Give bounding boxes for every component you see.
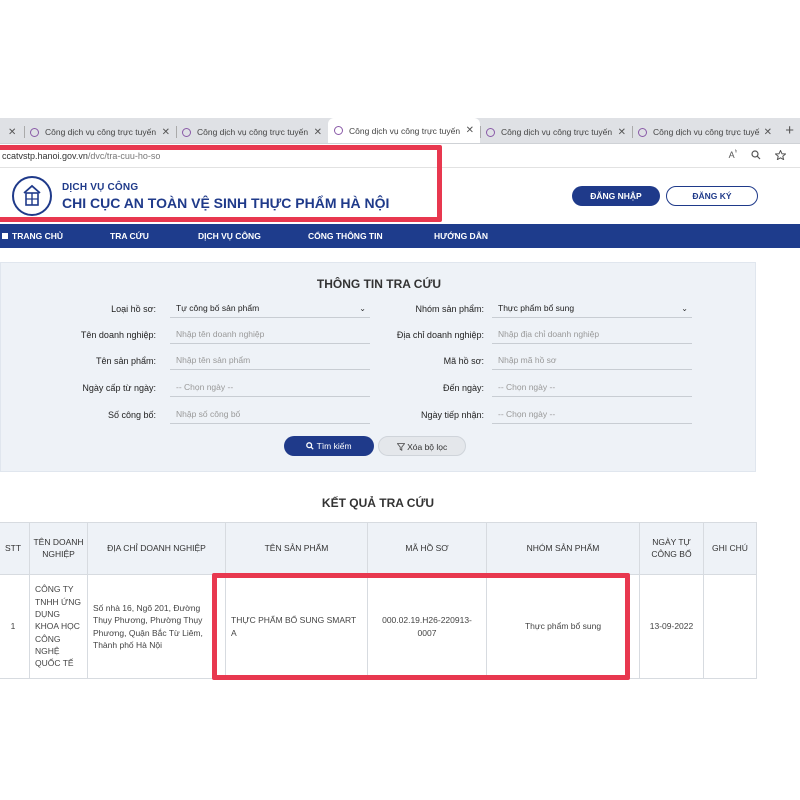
loai-ho-so-select[interactable]: Tự công bố sản phẩm ⌄ (170, 300, 370, 318)
browser-tab[interactable]: Công dịch vụ công trực tuyến ✕ (632, 121, 778, 143)
ngay-cap-tu-datepicker[interactable]: -- Chọn ngày -- (170, 379, 370, 397)
so-cong-bo-input[interactable]: Nhập số công bố (170, 406, 370, 424)
den-ngay-label: Đến ngày: (442, 383, 484, 393)
close-icon[interactable]: ✕ (162, 127, 170, 138)
register-button[interactable]: ĐĂNG KÝ (666, 186, 758, 206)
close-icon[interactable]: ✕ (764, 127, 772, 138)
column-header: TÊN SẢN PHẨM (225, 522, 368, 575)
browser-tab-partial[interactable]: ✕ (0, 121, 24, 143)
clear-filter-button[interactable]: Xóa bộ lọc (378, 436, 466, 456)
favorite-icon[interactable] (774, 148, 787, 162)
results-title: KẾT QUẢ TRA CỨU (321, 496, 435, 510)
home-icon (2, 233, 8, 239)
read-aloud-icon[interactable]: Aʰ (729, 150, 737, 162)
tab-title: Công dịch vụ công trực tuyến (653, 127, 760, 137)
nav-item-home[interactable]: TRANG CHỦ (2, 224, 63, 248)
results-table: STT TÊN DOANH NGHIỆP ĐỊA CHỈ DOANH NGHIỆ… (0, 522, 757, 679)
tab-title: Công dịch vụ công trực tuyến (45, 127, 157, 137)
dia-chi-doanh-nghiep-label: Địa chỉ doanh nghiệp: (396, 330, 484, 340)
cell-ma-ho-so: 000.02.19.H26-220913-0007 (367, 574, 487, 679)
address-bar[interactable]: ccatvstp.hanoi.gov.vn/dvc/tra-cuu-ho-so … (0, 144, 800, 168)
close-icon[interactable]: ✕ (466, 125, 474, 136)
hanoi-emblem-logo-icon (12, 176, 52, 216)
ten-san-pham-input[interactable]: Nhập tên sản phẩm (170, 352, 370, 370)
close-icon[interactable]: ✕ (618, 127, 626, 138)
nav-item-cong-thong-tin[interactable]: CỔNG THÔNG TIN (308, 224, 383, 248)
nhom-san-pham-label: Nhóm sản phẩm: (415, 304, 484, 314)
search-button[interactable]: Tìm kiếm (284, 436, 374, 456)
nav-item-dich-vu-cong[interactable]: DỊCH VỤ CÔNG (198, 224, 261, 248)
browser-tab[interactable]: Công dịch vụ công trực tuyến ✕ (480, 121, 632, 143)
cell-nhom-san-pham: Thực phẩm bổ sung (486, 574, 640, 679)
new-tab-icon[interactable]: + (785, 121, 794, 143)
chevron-down-icon: ⌄ (359, 304, 366, 313)
column-header: GHI CHÚ (703, 522, 757, 575)
cell-stt: 1 (0, 574, 30, 679)
column-header: TÊN DOANH NGHIỆP (29, 522, 88, 575)
ngay-tiep-nhan-datepicker[interactable]: -- Chọn ngày -- (492, 406, 692, 424)
site-favicon-icon (182, 127, 191, 137)
browser-tab-strip: ✕ Công dịch vụ công trực tuyến ✕ Công dị… (0, 118, 800, 144)
column-header: MÃ HỒ SƠ (367, 522, 487, 575)
main-nav: TRANG CHỦ TRA CỨU DỊCH VỤ CÔNG CỔNG THÔN… (0, 224, 800, 248)
ten-doanh-nghiep-label: Tên doanh nghiệp: (80, 330, 156, 340)
site-favicon-icon (30, 127, 39, 137)
browser-tab[interactable]: Công dịch vụ công trực tuyến ✕ (176, 121, 328, 143)
cell-dia-chi: Số nhà 16, Ngõ 201, Đường Thụy Phương, P… (87, 574, 226, 679)
tab-title: Công dịch vụ công trực tuyến (197, 127, 309, 137)
tab-title: Công dịch vụ công trực tuyến (349, 125, 461, 136)
filter-icon (396, 442, 407, 452)
ma-ho-so-label: Mã hồ sơ: (443, 356, 484, 366)
column-header: ĐỊA CHỈ DOANH NGHIỆP (87, 522, 226, 575)
column-header: STT (0, 522, 30, 575)
nhom-san-pham-select[interactable]: Thực phẩm bổ sung ⌄ (492, 300, 692, 318)
browser-tab[interactable]: Công dịch vụ công trực tuyến ✕ (24, 121, 176, 143)
ma-ho-so-input[interactable]: Nhập mã hồ sơ (492, 352, 692, 370)
search-icon (306, 441, 316, 451)
tab-title: Công dịch vụ công trực tuyến (501, 127, 613, 137)
site-favicon-icon (486, 127, 495, 137)
column-header: NGÀY TỰ CÔNG BỐ (639, 522, 704, 575)
chevron-down-icon: ⌄ (681, 304, 688, 313)
cell-ten-san-pham: THỰC PHẨM BỔ SUNG SMART A (225, 574, 368, 679)
ngay-tiep-nhan-label: Ngày tiếp nhận: (420, 410, 484, 420)
table-row[interactable]: 1 CÔNG TY TNHH ỨNG DỤNG KHOA HỌC CÔNG NG… (0, 574, 757, 679)
loai-ho-so-label: Loại hồ sơ: (111, 304, 156, 314)
page: ✕ Công dịch vụ công trực tuyến ✕ Công dị… (0, 0, 800, 800)
ten-san-pham-label: Tên sản phẩm: (95, 356, 156, 366)
site-title: CHI CỤC AN TOÀN VỆ SINH THỰC PHẨM HÀ NỘI (62, 195, 390, 211)
cell-ten-doanh-nghiep: CÔNG TY TNHH ỨNG DỤNG KHOA HỌC CÔNG NGHỆ… (29, 574, 88, 679)
close-icon[interactable]: ✕ (314, 127, 322, 138)
nav-item-tra-cuu[interactable]: TRA CỨU (110, 224, 149, 248)
site-favicon-icon (638, 127, 647, 137)
den-ngay-datepicker[interactable]: -- Chọn ngày -- (492, 379, 692, 397)
url-text[interactable]: ccatvstp.hanoi.gov.vn/dvc/tra-cuu-ho-so (0, 151, 160, 161)
login-button[interactable]: ĐĂNG NHẬP (572, 186, 660, 206)
cell-ghi-chu (703, 574, 757, 679)
close-icon[interactable]: ✕ (8, 127, 16, 138)
nav-item-huong-dan[interactable]: HƯỚNG DẪN (434, 224, 488, 248)
cell-ngay-cong-bo: 13-09-2022 (639, 574, 704, 679)
ten-doanh-nghiep-input[interactable]: Nhập tên doanh nghiệp (170, 326, 370, 344)
zoom-icon[interactable] (751, 149, 761, 162)
dia-chi-doanh-nghiep-input[interactable]: Nhập địa chỉ doanh nghiệp (492, 326, 692, 344)
search-panel-title: THÔNG TIN TRA CỨU (316, 277, 442, 291)
site-subtitle: DỊCH VỤ CÔNG (62, 182, 139, 193)
table-header-row: STT TÊN DOANH NGHIỆP ĐỊA CHỈ DOANH NGHIỆ… (0, 522, 757, 575)
ngay-cap-tu-label: Ngày cấp từ ngày: (82, 383, 156, 393)
so-cong-bo-label: Số công bố: (107, 410, 156, 420)
column-header: NHÓM SẢN PHẨM (486, 522, 640, 575)
site-favicon-icon (334, 126, 343, 135)
browser-tab-active[interactable]: Công dịch vụ công trực tuyến ✕ (328, 118, 480, 143)
